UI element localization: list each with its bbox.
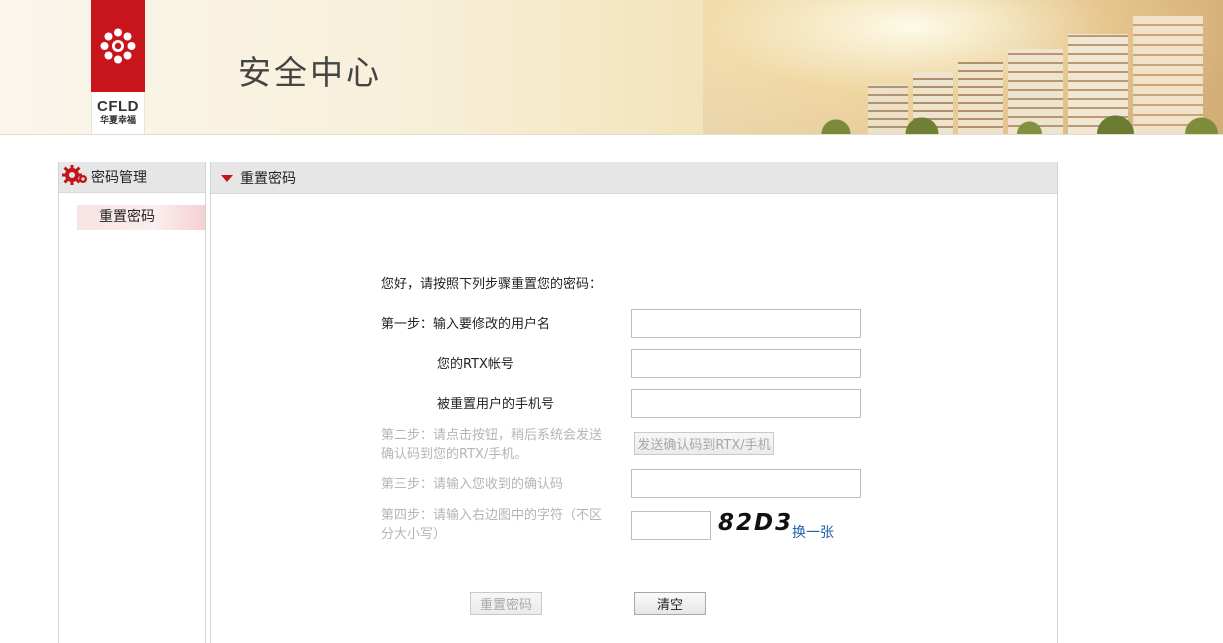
rtx-label: 您的RTX帐号 (437, 357, 514, 372)
reset-password-button[interactable]: 重置密码 (470, 592, 542, 615)
step3-label: 第三步：请输入您收到的确认码 (381, 477, 564, 492)
triangle-down-icon (221, 175, 233, 182)
intro-text: 您好，请按照下列步骤重置您的密码： (381, 277, 603, 292)
phone-label: 被重置用户的手机号 (437, 397, 555, 412)
phone-input[interactable] (631, 389, 861, 418)
step4-label-line2: 分大小写） (381, 527, 447, 542)
step2-label-line1: 第二步：请点击按钮，稍后系统会发送 (381, 428, 603, 443)
logo-subtitle: 华夏幸福 (99, 116, 136, 126)
page-title: 安全中心 (238, 53, 382, 92)
logo-brand: CFLD (97, 98, 139, 115)
logo-text-block: CFLD 华夏幸福 (91, 92, 145, 134)
gear-icon (62, 163, 88, 191)
send-code-button[interactable]: 发送确认码到RTX/手机 (634, 432, 774, 455)
step1-label: 第一步：输入要修改的用户名 (381, 317, 551, 332)
main-panel-header: 重置密码 (211, 162, 1057, 194)
sidebar: 密码管理 重置密码 (58, 162, 206, 643)
step2-label-line2: 确认码到您的RTX/手机。 (381, 447, 528, 462)
flower-logo-icon (91, 0, 145, 92)
sidebar-header: 密码管理 (59, 162, 205, 193)
rtx-account-input[interactable] (631, 349, 861, 378)
captcha-input[interactable] (631, 511, 711, 540)
captcha-image: 82D3 (718, 510, 794, 536)
clear-button[interactable]: 清空 (634, 592, 706, 615)
cfld-logo: CFLD 华夏幸福 (91, 0, 145, 134)
step4-label-line1: 第四步：请输入右边图中的字符（不区 (381, 508, 603, 523)
sidebar-item-reset-password[interactable]: 重置密码 (77, 205, 205, 230)
username-input[interactable] (631, 309, 861, 338)
refresh-captcha-link[interactable]: 换一张 (792, 522, 834, 542)
sidebar-heading: 密码管理 (91, 170, 147, 186)
header-banner: CFLD 华夏幸福 安全中心 (0, 0, 1223, 135)
banner-trees (793, 106, 1223, 134)
main-panel-title: 重置密码 (240, 170, 296, 187)
confirm-code-input[interactable] (631, 469, 861, 498)
